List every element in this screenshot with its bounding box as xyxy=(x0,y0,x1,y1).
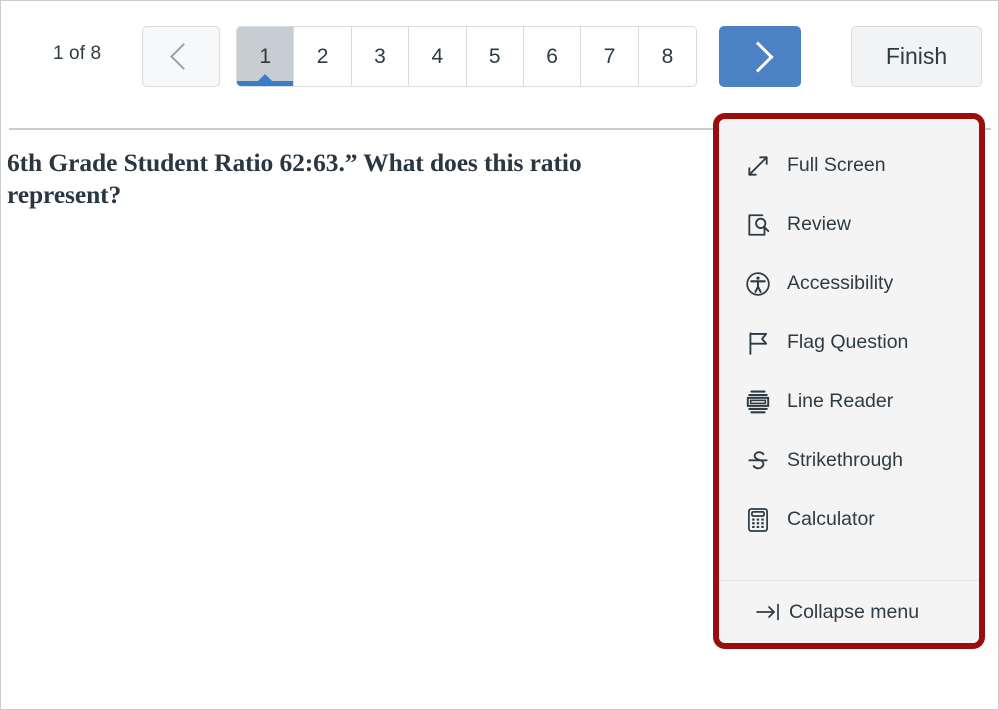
page-number-2[interactable]: 2 xyxy=(294,27,352,86)
flag-icon xyxy=(745,330,771,356)
page-number-label: 7 xyxy=(603,44,616,68)
previous-question-button[interactable] xyxy=(142,26,220,87)
menu-item-label: Flag Question xyxy=(787,331,909,353)
tools-menu-inner: Full Screen Review Accessibility Flag Qu… xyxy=(719,119,979,643)
page-number-4[interactable]: 4 xyxy=(409,27,467,86)
menu-item-accessibility[interactable]: Accessibility xyxy=(719,254,979,313)
finish-button-label: Finish xyxy=(885,43,948,69)
menu-item-strikethrough[interactable]: Strikethrough xyxy=(719,431,979,490)
accessibility-icon xyxy=(745,271,771,297)
menu-item-flag-question[interactable]: Flag Question xyxy=(719,313,979,372)
calculator-icon xyxy=(745,507,771,533)
chevron-right-icon xyxy=(741,40,774,73)
question-counter: 1 of 8 xyxy=(53,43,102,64)
page-number-label: 2 xyxy=(316,44,329,68)
menu-item-label: Strikethrough xyxy=(787,449,903,471)
quiz-page: 1 of 8 1 2 3 4 5 6 7 8 Finish 6th Grade … xyxy=(0,0,999,710)
line-reader-icon xyxy=(745,389,771,415)
tools-menu-list: Full Screen Review Accessibility Flag Qu… xyxy=(719,119,979,580)
collapse-menu-button[interactable]: Collapse menu xyxy=(719,580,979,643)
active-page-pointer xyxy=(257,74,274,82)
menu-item-line-reader[interactable]: Line Reader xyxy=(719,372,979,431)
page-number-7[interactable]: 7 xyxy=(581,27,639,86)
menu-item-calculator[interactable]: Calculator xyxy=(719,490,979,549)
question-text: 6th Grade Student Ratio 62:63.” What doe… xyxy=(7,148,582,209)
menu-item-full-screen[interactable]: Full Screen xyxy=(719,136,979,195)
page-number-label: 1 xyxy=(259,44,272,68)
finish-button[interactable]: Finish xyxy=(851,26,982,87)
menu-item-review[interactable]: Review xyxy=(719,195,979,254)
menu-item-label: Line Reader xyxy=(787,390,894,412)
menu-item-label: Accessibility xyxy=(787,272,894,294)
menu-item-label: Review xyxy=(787,213,851,235)
page-number-label: 5 xyxy=(488,44,501,68)
page-number-label: 8 xyxy=(661,44,674,68)
page-number-label: 3 xyxy=(374,44,386,68)
page-number-8[interactable]: 8 xyxy=(638,27,697,86)
collapse-arrow-icon xyxy=(755,601,782,623)
chevron-left-icon xyxy=(170,43,197,70)
page-number-6[interactable]: 6 xyxy=(523,27,582,86)
page-number-group: 1 2 3 4 5 6 7 8 xyxy=(236,26,698,87)
strikethrough-icon xyxy=(745,448,771,474)
menu-item-label: Full Screen xyxy=(787,154,886,176)
next-question-button[interactable] xyxy=(719,26,801,87)
tools-menu-panel: Full Screen Review Accessibility Flag Qu… xyxy=(713,113,985,649)
page-number-5[interactable]: 5 xyxy=(466,27,524,86)
page-number-1[interactable]: 1 xyxy=(237,27,295,86)
page-number-label: 4 xyxy=(431,44,444,68)
menu-item-label: Calculator xyxy=(787,508,875,530)
quiz-toolbar: 1 of 8 1 2 3 4 5 6 7 8 Finish xyxy=(1,1,999,111)
review-icon xyxy=(745,212,771,238)
collapse-menu-label: Collapse menu xyxy=(789,600,920,623)
page-number-label: 6 xyxy=(546,44,558,68)
full-screen-icon xyxy=(745,153,771,179)
page-number-3[interactable]: 3 xyxy=(351,27,410,86)
